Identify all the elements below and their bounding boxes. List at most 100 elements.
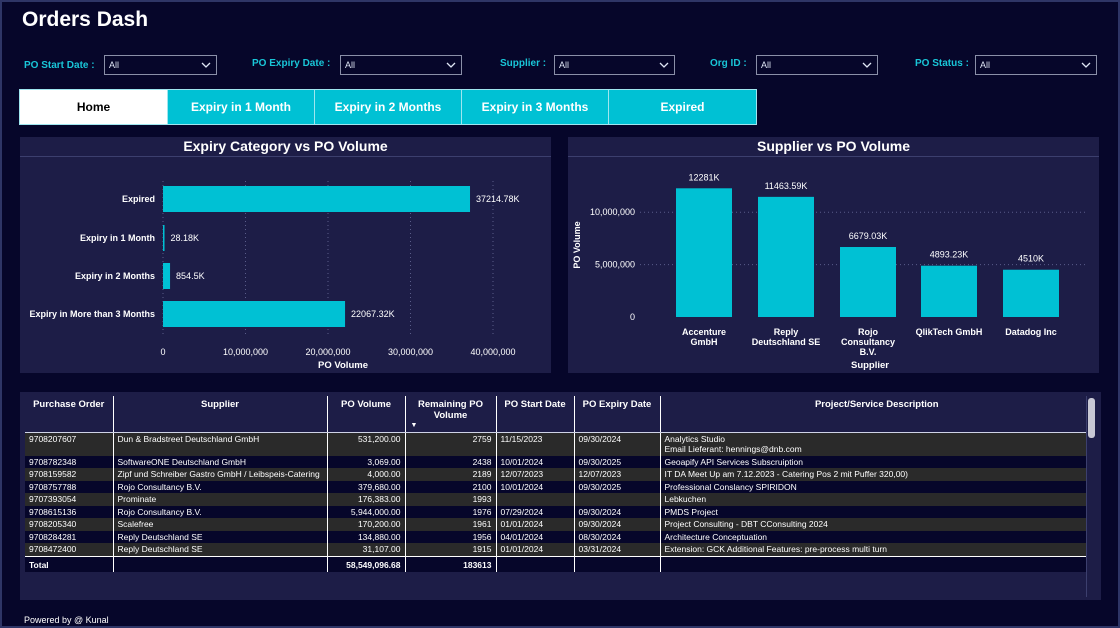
filter-value: All [761,60,772,70]
filter-select-supplier[interactable]: All [554,55,675,75]
column-header[interactable]: PO Expiry Date [574,396,661,433]
x-tick-label: GmbH [691,337,718,347]
tab-expiry-3-months[interactable]: Expiry in 3 Months [461,89,609,125]
chevron-down-icon [446,62,456,68]
y-tick-label: Expiry in 1 Month [80,233,155,243]
total-empty-cell [496,555,575,572]
table-cell: 9708615136 [25,505,114,518]
table-cell: 1961 [405,518,497,531]
x-tick-label: Datadog Inc [1005,327,1057,337]
filter-value: All [345,60,356,70]
supplier-chart: 0 5,000,000 10,000,000 12281K AccentureGmbH 1… [572,172,1088,371]
table-cell: 1993 [405,493,497,506]
tab-expiry-1-month[interactable]: Expiry in 1 Month [167,89,315,125]
table-row[interactable]: 9707393054 Prominate 176,383.00 1993 Lebkuch… [25,493,1093,506]
bar[interactable] [758,196,814,317]
table-cell: 4,000.00 [327,468,406,481]
table-cell: 09/30/2025 [574,455,661,468]
table-row[interactable]: 9708205340 Scalefree 170,200.00 1961 01/01/2… [25,518,1093,531]
table-row[interactable]: 9708472400 Reply Deutschland SE 31,107.00 1… [25,543,1093,556]
column-header[interactable]: Supplier [113,396,328,433]
table-row[interactable]: 9708782348 SoftwareONE Deutschland GmbH 3,… [25,455,1093,468]
table-cell: 08/30/2024 [574,530,661,543]
filter-select-po-status[interactable]: All [975,55,1097,75]
table-row[interactable]: 9708757788 Rojo Consultancy B.V. 379,680.0… [25,480,1093,493]
table-row[interactable]: 9708159582 Zipf und Schreiber Gastro GmbH… [25,468,1093,481]
table-cell: Architecture Conceptuation [660,530,1093,543]
table-cell: 2189 [405,468,497,481]
table-cell: 1956 [405,530,497,543]
bar[interactable] [163,263,171,289]
bar[interactable] [840,247,896,317]
filter-label-po-start-date: PO Start Date : [24,60,95,71]
table-cell: 09/30/2024 [574,432,661,456]
bar[interactable] [921,265,977,317]
table-cell: 11/15/2023 [496,432,575,456]
table-cell: Rojo Consultancy B.V. [113,505,328,518]
table-header-row: Purchase Order Supplier PO Volume Remaining… [25,396,1093,433]
filter-value: All [980,60,991,70]
filter-select-po-expiry-date[interactable]: All [340,55,462,75]
table-row[interactable]: 9708615136 Rojo Consultancy B.V. 5,944,000… [25,505,1093,518]
filter-label-supplier: Supplier : [500,58,547,69]
table-cell: Analytics Studio Email Lieferant: hennin… [660,432,1093,456]
column-header[interactable]: Remaining PO Volume ▼ [405,396,497,433]
sort-desc-icon: ▼ [410,421,418,429]
table-scroll-thumb[interactable] [1088,398,1095,438]
y-tick-label: Expiry in More than 3 Months [29,309,155,319]
total-supplier-cell [113,555,328,572]
table-row[interactable]: 9708284281 Reply Deutschland SE 134,880.00… [25,530,1093,543]
expiry-category-chart-panel: Expiry Category vs PO Volume 0 10,000,000… [20,137,551,373]
filter-select-po-start-date[interactable]: All [104,55,217,75]
data-label: 28.18K [171,233,200,243]
tab-expired[interactable]: Expired [608,89,757,125]
table-cell: Rojo Consultancy B.V. [113,480,328,493]
orders-table: Purchase Order Supplier PO Volume Remaining… [25,396,1093,572]
table-cell: 9708472400 [25,543,114,556]
table-cell: Zipf und Schreiber Gastro GmbH / Leibspe… [113,468,328,481]
x-tick-label: Consultancy [841,337,895,347]
column-header-label: Remaining PO Volume [418,399,483,421]
data-label: 12281K [688,172,719,182]
x-tick-label: Deutschland SE [752,337,821,347]
table-cell: 2100 [405,480,497,493]
table-cell: 09/30/2024 [574,518,661,531]
bar[interactable] [163,186,471,212]
table-cell: 134,880.00 [327,530,406,543]
tab-expiry-2-months[interactable]: Expiry in 2 Months [314,89,462,125]
table-cell: 531,200.00 [327,432,406,456]
table-cell: 5,944,000.00 [327,505,406,518]
table-cell: 9708284281 [25,530,114,543]
column-header[interactable]: Project/Service Description [660,396,1093,433]
table-cell: Reply Deutschland SE [113,543,328,556]
bar[interactable] [163,301,346,327]
y-tick-label: Expired [122,194,155,204]
column-header[interactable]: PO Volume [327,396,406,433]
bar[interactable] [676,188,732,317]
filter-value: All [559,60,570,70]
table-cell: 09/30/2024 [574,505,661,518]
y-axis-label: PO Volume [572,221,582,268]
bar[interactable] [163,225,165,251]
y-tick-label: Expiry in 2 Months [75,271,155,281]
column-header[interactable]: PO Start Date [496,396,575,433]
table-cell: 2438 [405,455,497,468]
table-cell: 1915 [405,543,497,556]
bar[interactable] [1003,269,1059,317]
filter-select-org-id[interactable]: All [756,55,878,75]
total-empty-cell [574,555,661,572]
column-header[interactable]: Purchase Order [25,396,114,433]
table-cell: 10/01/2024 [496,480,575,493]
table-cell: Extension: GCK Additional Features: pre-… [660,543,1093,556]
supplier-chart-panel: Supplier vs PO Volume 0 5,000,000 10,000,0… [568,137,1099,373]
data-label: 22067.32K [351,309,395,319]
table-cell: 12/07/2023 [496,468,575,481]
tab-home[interactable]: Home [19,89,168,125]
table-cell: Dun & Bradstreet Deutschland GmbH [113,432,328,456]
table-cell: 12/07/2023 [574,468,661,481]
table-row[interactable]: 9708207607 Dun & Bradstreet Deutschland G… [25,432,1093,456]
table-cell: SoftwareONE Deutschland GmbH [113,455,328,468]
table-cell: Prominate [113,493,328,506]
x-axis-label: PO Volume [318,360,368,371]
table-cell: 10/01/2024 [496,455,575,468]
